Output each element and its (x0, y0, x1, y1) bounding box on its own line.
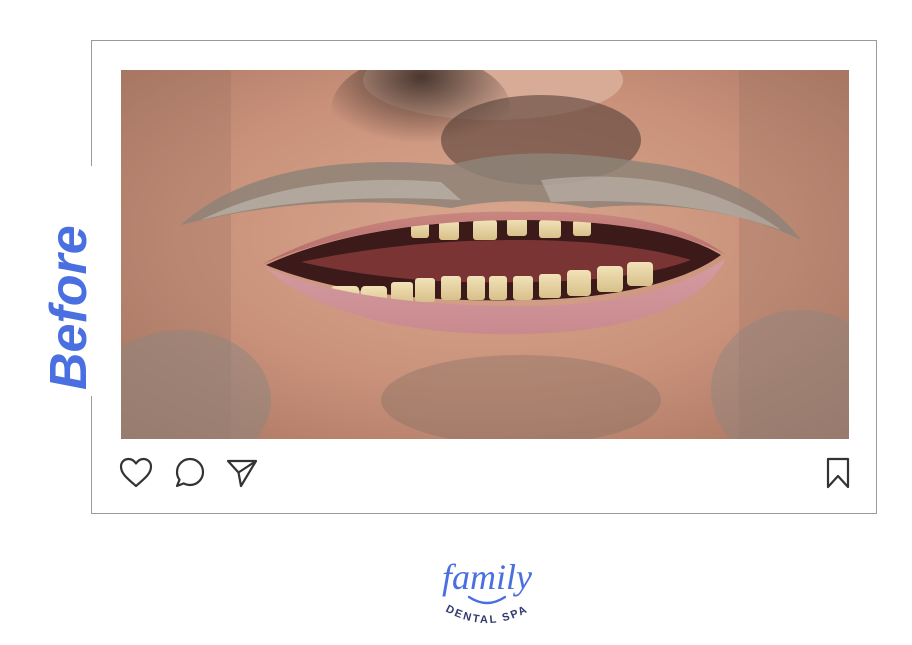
before-label: Before (36, 166, 100, 396)
before-label-text: Before (40, 225, 98, 390)
comment-bubble-icon[interactable] (172, 455, 208, 491)
bookmark-icon[interactable] (820, 455, 856, 491)
page: Before family DENTAL SPA (0, 0, 912, 645)
paper-plane-icon[interactable] (224, 455, 260, 491)
family-dental-spa-logo: family DENTAL SPA (407, 557, 567, 637)
heart-icon[interactable] (118, 455, 154, 491)
svg-text:DENTAL SPA: DENTAL SPA (444, 603, 531, 626)
logo-subtitle: DENTAL SPA (444, 603, 529, 626)
logo-wordmark: family (442, 557, 532, 597)
post-photo[interactable] (121, 70, 849, 439)
